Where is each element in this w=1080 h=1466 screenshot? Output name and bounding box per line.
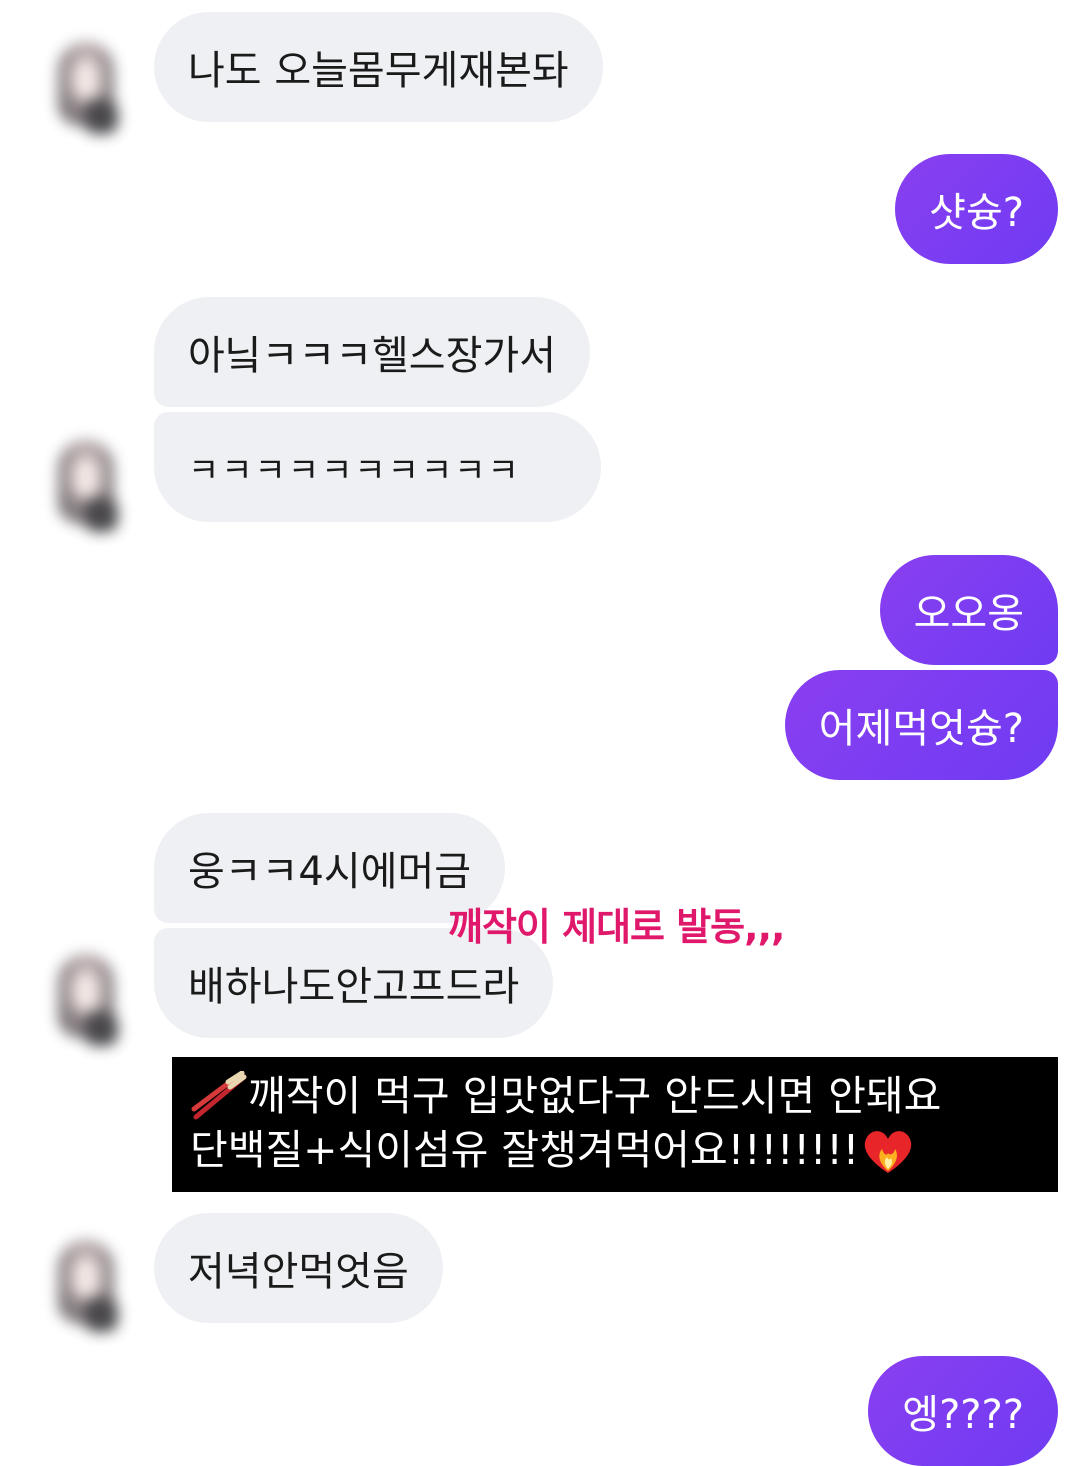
avatar[interactable] xyxy=(48,1236,124,1332)
message-text: 아닠ㅋㅋㅋ헬스장가서 xyxy=(188,333,556,379)
message-text: 저녁안먹엇음 xyxy=(188,1249,409,1295)
avatar[interactable] xyxy=(48,38,124,134)
sent-message[interactable]: 어제먹엇슝? xyxy=(784,670,1058,780)
received-message[interactable]: 아닠ㅋㅋㅋ헬스장가서 xyxy=(154,297,590,407)
chopsticks-icon xyxy=(191,1071,247,1120)
message-text: 웅ㅋㅋ4시에머금 xyxy=(188,849,472,895)
caption-line: 깨작이 먹구 입맛없다구 안드시면 안돼요 xyxy=(190,1069,1040,1123)
message-text: 나도 오늘몸무게재본돠 xyxy=(188,48,569,94)
message-text: 샷슝? xyxy=(929,190,1024,236)
overlay-annotation: 깨작이 제대로 발동,,, xyxy=(448,905,785,949)
message-text: ㅋㅋㅋㅋㅋㅋㅋㅋㅋㅋ xyxy=(188,450,521,491)
avatar[interactable] xyxy=(48,436,124,532)
message-text: 어제먹엇슝? xyxy=(818,706,1024,752)
caption-text: 깨작이 먹구 입맛없다구 안드시면 안돼요 xyxy=(248,1072,942,1120)
avatar[interactable] xyxy=(48,950,124,1046)
caption-text: 단백질+식이섬유 잘챙겨먹어요!!!!!!!! xyxy=(190,1126,860,1174)
sent-message[interactable]: 샷슝? xyxy=(895,154,1058,264)
caption-line: 단백질+식이섬유 잘챙겨먹어요!!!!!!!! xyxy=(190,1123,1040,1177)
caption-box: 깨작이 먹구 입맛없다구 안드시면 안돼요 단백질+식이섬유 잘챙겨먹어요!!!… xyxy=(172,1057,1058,1192)
sent-message[interactable]: 엥???? xyxy=(868,1356,1058,1466)
received-message[interactable]: ㅋㅋㅋㅋㅋㅋㅋㅋㅋㅋ xyxy=(154,412,601,522)
received-message[interactable]: 나도 오늘몸무게재본돠 xyxy=(154,12,603,122)
sent-message[interactable]: 오오옹 xyxy=(879,555,1058,665)
heart-on-fire-icon xyxy=(865,1131,912,1173)
message-text: 엥???? xyxy=(902,1392,1024,1438)
message-text: 오오옹 xyxy=(913,591,1024,637)
message-text: 배하나도안고프드라 xyxy=(188,964,520,1010)
received-message[interactable]: 저녁안먹엇음 xyxy=(154,1213,443,1323)
